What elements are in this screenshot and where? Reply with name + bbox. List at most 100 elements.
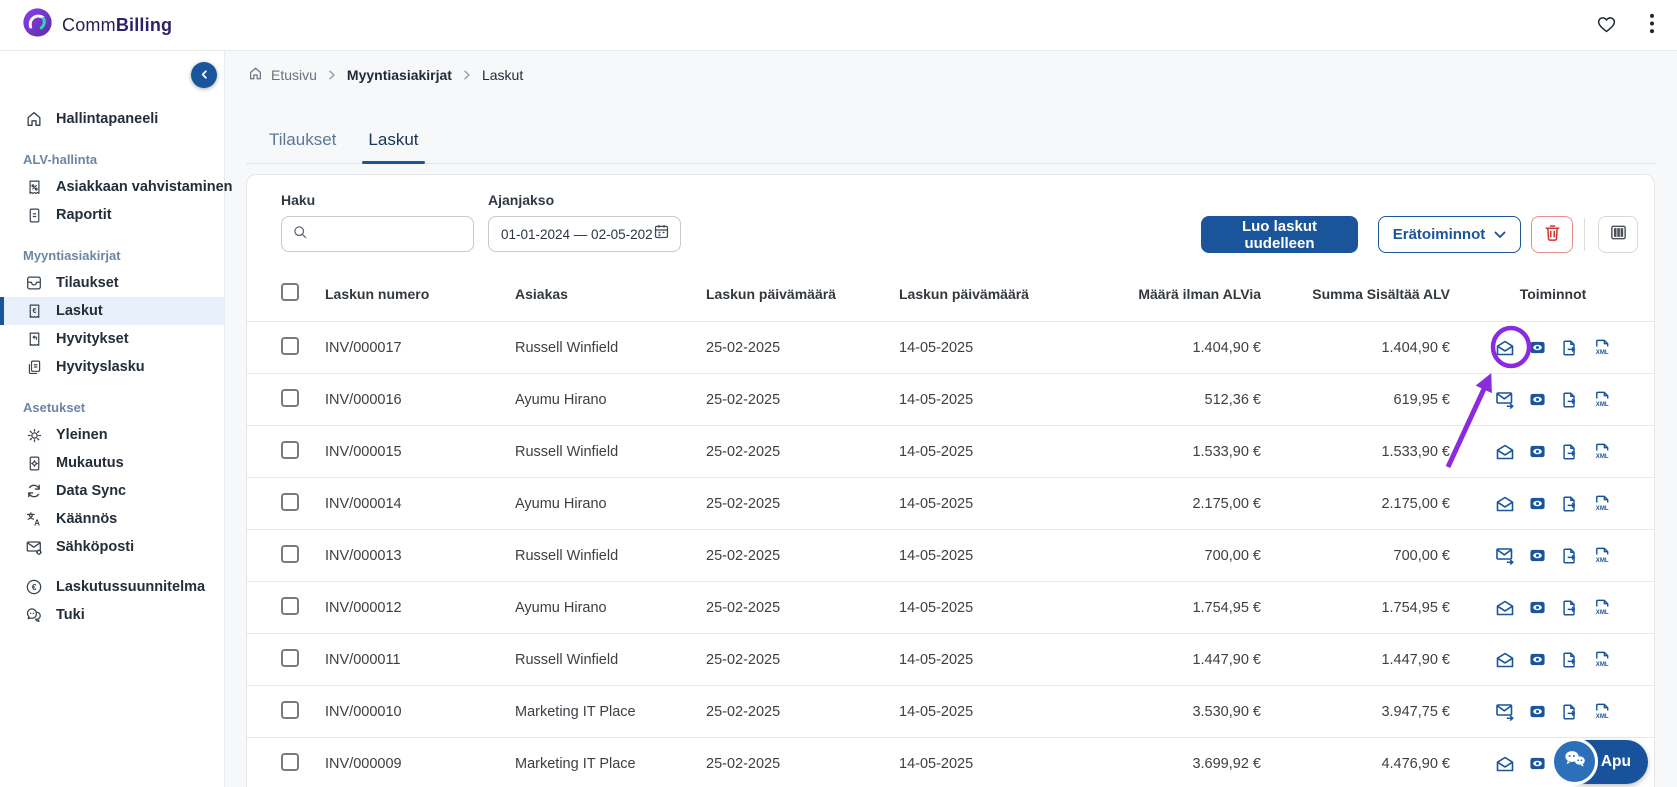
row-checkbox[interactable] (281, 492, 299, 511)
svg-text:XML: XML (1595, 505, 1608, 512)
due-date: 14-05-2025 (899, 599, 974, 616)
translate-icon: A (25, 510, 43, 528)
brand-name: CommBilling (62, 14, 173, 35)
customer-name: Russell Winfield (515, 547, 619, 564)
xml-download-icon[interactable]: XML (1592, 650, 1612, 669)
row-checkbox[interactable] (281, 596, 299, 615)
column-settings-button[interactable] (1598, 216, 1638, 253)
sidebar-item-raportit[interactable]: Raportit (0, 201, 224, 229)
export-file-icon[interactable] (1560, 547, 1579, 565)
sidebar-item-tuki[interactable]: Tuki (0, 601, 224, 629)
delete-button[interactable] (1531, 216, 1573, 253)
mail-open-icon[interactable] (1495, 339, 1515, 357)
main-content: Etusivu Myyntiasiakirjat Laskut Tilaukset L… (225, 51, 1677, 787)
mail-send-icon[interactable] (1495, 546, 1515, 565)
sidebar-item-yleinen[interactable]: Yleinen (0, 421, 224, 449)
xml-download-icon[interactable]: XML (1592, 442, 1612, 461)
invoice-date: 25-02-2025 (706, 339, 781, 356)
sidebar-item-tilaukset[interactable]: Tilaukset (0, 269, 224, 297)
mail-send-icon[interactable] (1495, 390, 1515, 409)
xml-download-icon[interactable]: XML (1592, 702, 1612, 721)
xml-download-icon[interactable]: XML (1592, 390, 1612, 409)
select-all-checkbox[interactable] (281, 283, 299, 301)
mail-open-icon[interactable] (1495, 651, 1515, 669)
row-checkbox[interactable] (281, 544, 299, 563)
sidebar-item-hyvityslasku[interactable]: Hyvityslasku (0, 353, 224, 381)
customer-name: Ayumu Hirano (515, 391, 607, 408)
sidebar-item-hallintapaneeli[interactable]: Hallintapaneeli (0, 105, 224, 133)
export-file-icon[interactable] (1560, 443, 1579, 461)
table-row: INV/000011 Russell Winfield 25-02-2025 1… (247, 634, 1654, 686)
svg-text:A: A (34, 518, 40, 527)
row-checkbox[interactable] (281, 336, 299, 355)
xml-download-icon[interactable]: XML (1592, 338, 1612, 357)
document-gear-icon (25, 454, 43, 472)
mail-open-icon[interactable] (1495, 599, 1515, 617)
mail-open-icon[interactable] (1495, 443, 1515, 461)
sidebar-item-asiakkaan-vahvistaminen[interactable]: Asiakkaan vahvistaminen (0, 173, 233, 201)
sidebar-item-k-nn-s[interactable]: A Käännös (0, 505, 224, 533)
amount-incl-vat: 619,95 € (1393, 391, 1450, 408)
mail-open-icon[interactable] (1495, 755, 1515, 773)
batch-actions-label: Erätoiminnot (1392, 226, 1486, 243)
favorites-button[interactable] (1594, 12, 1619, 39)
sidebar-item-label: Laskut (56, 303, 103, 319)
view-icon[interactable] (1528, 703, 1547, 720)
table-row: INV/000009 Marketing IT Place 25-02-2025… (247, 738, 1654, 787)
view-icon[interactable] (1528, 391, 1547, 408)
view-icon[interactable] (1528, 599, 1547, 616)
xml-download-icon[interactable]: XML (1592, 494, 1612, 513)
breadcrumb-label: Myyntiasiakirjat (346, 67, 452, 83)
sidebar-item-s-hk-posti[interactable]: Sähköposti (0, 533, 224, 561)
invoice-date: 25-02-2025 (706, 703, 781, 720)
invoice-number: INV/000015 (325, 443, 402, 460)
home-icon (25, 110, 43, 128)
view-icon[interactable] (1528, 339, 1547, 356)
row-checkbox[interactable] (281, 752, 299, 771)
period-field[interactable]: 01-01-2024 — 02-05-202 (488, 216, 681, 252)
sidebar-section-alv-hallinta: ALV-hallinta (23, 151, 98, 167)
amount-incl-vat: 1.754,95 € (1381, 599, 1450, 616)
copy-document-icon (25, 358, 43, 376)
export-file-icon[interactable] (1560, 651, 1579, 669)
xml-download-icon[interactable]: XML (1592, 546, 1612, 565)
export-file-icon[interactable] (1560, 703, 1579, 721)
row-checkbox[interactable] (281, 648, 299, 667)
breadcrumb-item-etusivu[interactable]: Etusivu (248, 66, 317, 84)
tab-laskut[interactable]: Laskut (362, 118, 425, 164)
view-icon[interactable] (1528, 443, 1547, 460)
sidebar-item-laskutussuunnitelma[interactable]: € Laskutussuunnitelma (0, 573, 224, 601)
row-actions: XML (1450, 338, 1656, 357)
mail-send-icon[interactable] (1495, 702, 1515, 721)
mail-open-icon[interactable] (1495, 495, 1515, 513)
tab-tilaukset[interactable]: Tilaukset (269, 118, 336, 163)
col-due-date: Laskun päivämäärä (899, 285, 1029, 302)
recreate-invoices-button[interactable]: Luo laskut uudelleen (1201, 216, 1358, 253)
sidebar-item-hyvitykset[interactable]: Hyvitykset (0, 325, 224, 353)
export-file-icon[interactable] (1560, 599, 1579, 617)
kebab-menu-icon (1649, 13, 1655, 37)
view-icon[interactable] (1528, 547, 1547, 564)
row-checkbox[interactable] (281, 388, 299, 407)
row-checkbox[interactable] (281, 700, 299, 719)
view-icon[interactable] (1528, 651, 1547, 668)
row-checkbox[interactable] (281, 440, 299, 459)
breadcrumb-item-myyntiasiakirjat[interactable]: Myyntiasiakirjat (347, 67, 452, 83)
sidebar-collapse-button[interactable] (191, 62, 217, 88)
sidebar-item-label: Yleinen (56, 427, 108, 443)
sidebar-item-data-sync[interactable]: Data Sync (0, 477, 224, 505)
more-menu-button[interactable] (1647, 11, 1657, 39)
view-icon[interactable] (1528, 755, 1547, 772)
export-file-icon[interactable] (1560, 391, 1579, 409)
export-file-icon[interactable] (1560, 495, 1579, 513)
search-input[interactable] (315, 225, 463, 243)
brand-logo[interactable]: CommBilling (22, 7, 172, 43)
export-file-icon[interactable] (1560, 339, 1579, 357)
chat-widget-button[interactable] (1551, 738, 1598, 785)
sidebar-item-laskut[interactable]: € Laskut (0, 297, 224, 325)
xml-download-icon[interactable]: XML (1592, 598, 1612, 617)
view-icon[interactable] (1528, 495, 1547, 512)
sidebar-item-mukautus[interactable]: Mukautus (0, 449, 224, 477)
batch-actions-button[interactable]: Erätoiminnot (1378, 216, 1521, 253)
invoice-number: INV/000009 (325, 755, 402, 772)
